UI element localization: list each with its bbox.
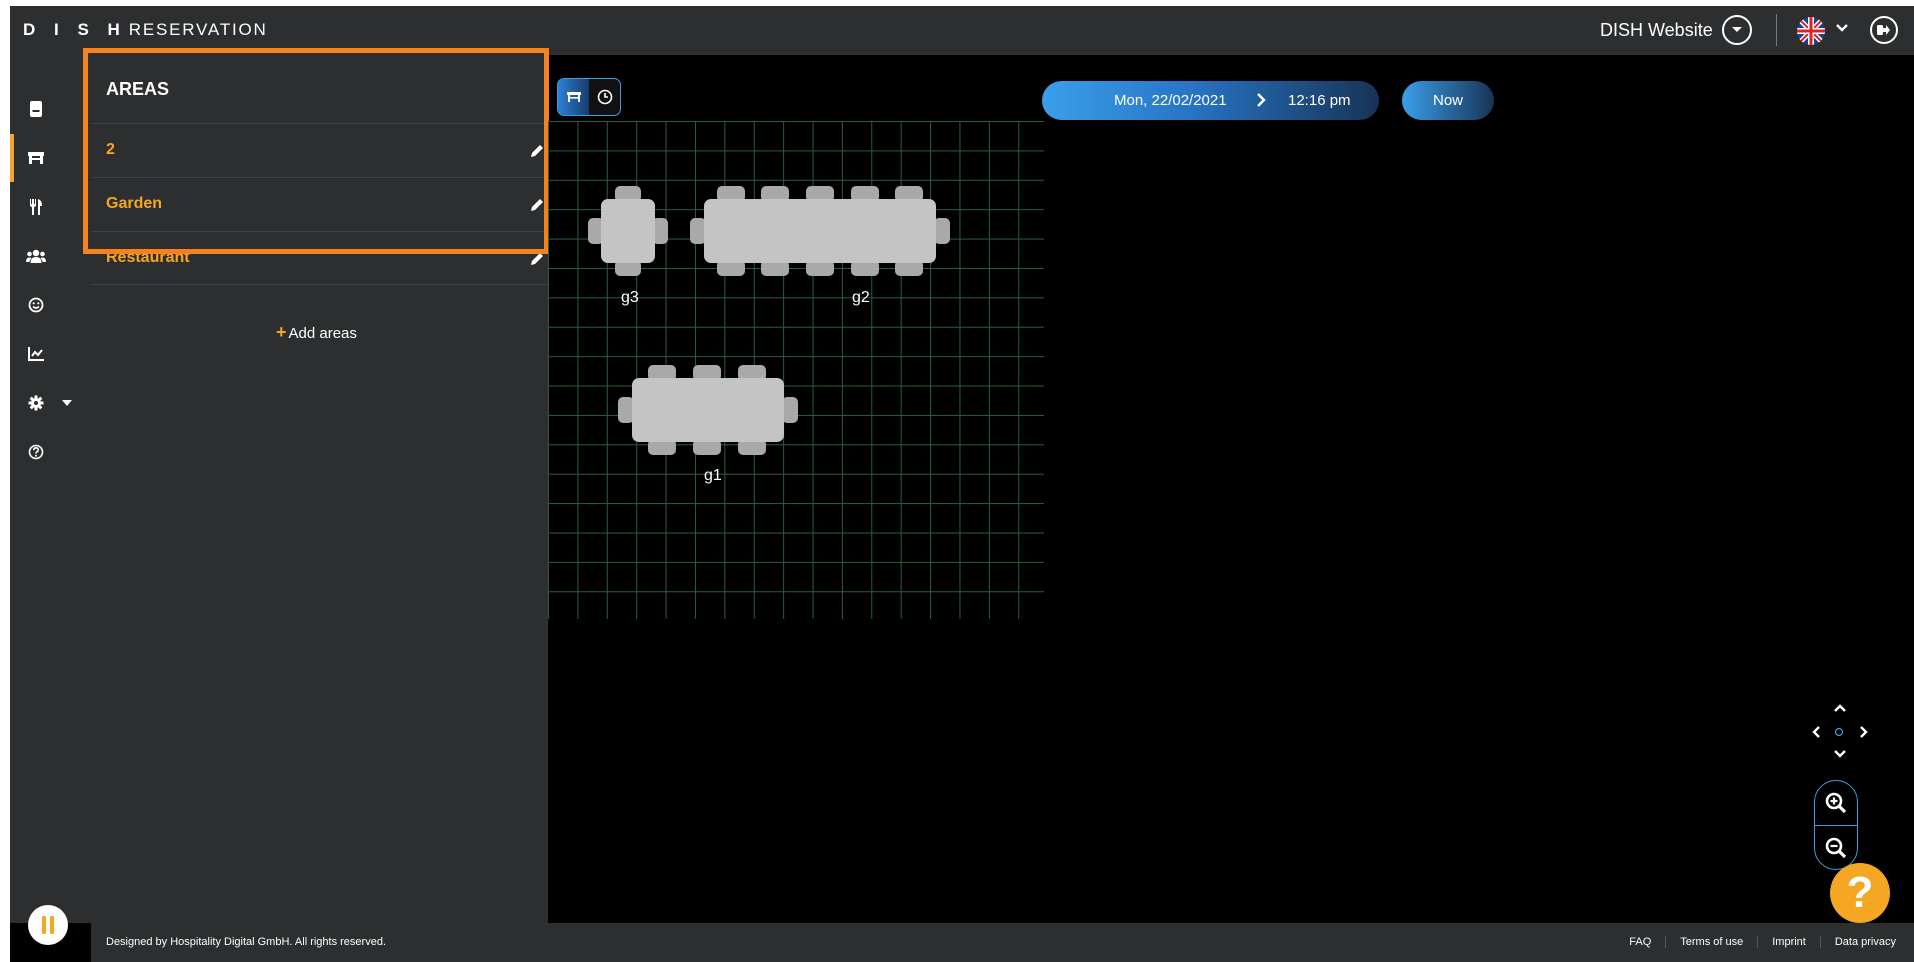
help-icon[interactable] [26, 442, 46, 462]
floorplan-tables: g3 g2 g1 [548, 121, 1044, 619]
cutlery-icon[interactable] [26, 197, 46, 217]
pause-button[interactable] [28, 905, 68, 945]
website-link[interactable]: DISH Website [1600, 14, 1752, 46]
add-areas-button[interactable]: + Add areas [276, 322, 357, 343]
brand-bold: D I S H [23, 20, 127, 39]
icon-rail [10, 55, 91, 923]
privacy-link[interactable]: Data privacy [1819, 936, 1896, 948]
chevron-left-icon[interactable] [1812, 726, 1820, 738]
terms-link[interactable]: Terms of use [1665, 936, 1757, 948]
chevron-up-icon[interactable] [1834, 704, 1846, 712]
add-areas-label: Add areas [288, 325, 357, 342]
date-value[interactable]: Mon, 22/02/2021 [1114, 92, 1227, 109]
faq-link[interactable]: FAQ [1615, 936, 1665, 948]
areas-highlight-box [83, 48, 549, 254]
chevron-down-icon[interactable] [1834, 750, 1846, 758]
time-value[interactable]: 12:16 pm [1288, 92, 1351, 109]
gear-icon[interactable] [26, 393, 46, 413]
chevron-down-icon[interactable] [57, 393, 77, 413]
table-icon[interactable] [26, 148, 46, 168]
date-time-picker[interactable]: Mon, 22/02/2021 12:16 pm [1042, 81, 1379, 120]
table-label: g1 [704, 467, 722, 484]
table-g3[interactable] [588, 186, 668, 276]
chevron-down-circle-icon[interactable] [1721, 15, 1752, 45]
table-g1[interactable] [618, 365, 798, 455]
guests-icon[interactable] [26, 246, 46, 266]
book-icon[interactable] [26, 99, 46, 119]
table-label: g2 [852, 289, 870, 306]
plus-icon: + [276, 322, 287, 342]
chart-icon[interactable] [26, 344, 46, 364]
table-label: g3 [621, 289, 639, 306]
chevron-right-icon[interactable] [1256, 93, 1266, 111]
logout-icon[interactable] [1870, 16, 1898, 44]
zoom-controls [1814, 780, 1858, 870]
chevron-right-icon[interactable] [1860, 726, 1868, 738]
uk-flag-icon[interactable] [1797, 17, 1825, 45]
footer-links: FAQ Terms of use Imprint Data privacy [1615, 936, 1896, 948]
app-window: D I S H RESERVATION DISH Website AREAS 2… [10, 6, 1914, 962]
divider [1776, 14, 1777, 46]
copyright-text: Designed by Hospitality Digital GmbH. Al… [106, 936, 387, 948]
active-indicator [10, 134, 14, 182]
zoom-in-icon[interactable] [1815, 781, 1857, 825]
footer: Designed by Hospitality Digital GmbH. Al… [91, 923, 1914, 962]
smiley-icon[interactable] [26, 295, 46, 315]
clock-icon[interactable] [589, 79, 620, 115]
table-g2[interactable] [690, 186, 950, 276]
floorplan-view-icon[interactable] [558, 79, 589, 115]
view-mode-toggle[interactable] [557, 78, 621, 116]
imprint-link[interactable]: Imprint [1757, 936, 1820, 948]
help-button[interactable]: ? [1830, 863, 1890, 923]
now-button[interactable]: Now [1402, 81, 1494, 120]
website-label: DISH Website [1600, 19, 1713, 40]
brand-logo[interactable]: D I S H RESERVATION [23, 20, 268, 40]
chevron-down-icon[interactable] [1835, 21, 1849, 35]
brand-light: RESERVATION [128, 20, 268, 39]
pan-controls [1810, 702, 1870, 762]
center-icon[interactable] [1834, 727, 1844, 737]
